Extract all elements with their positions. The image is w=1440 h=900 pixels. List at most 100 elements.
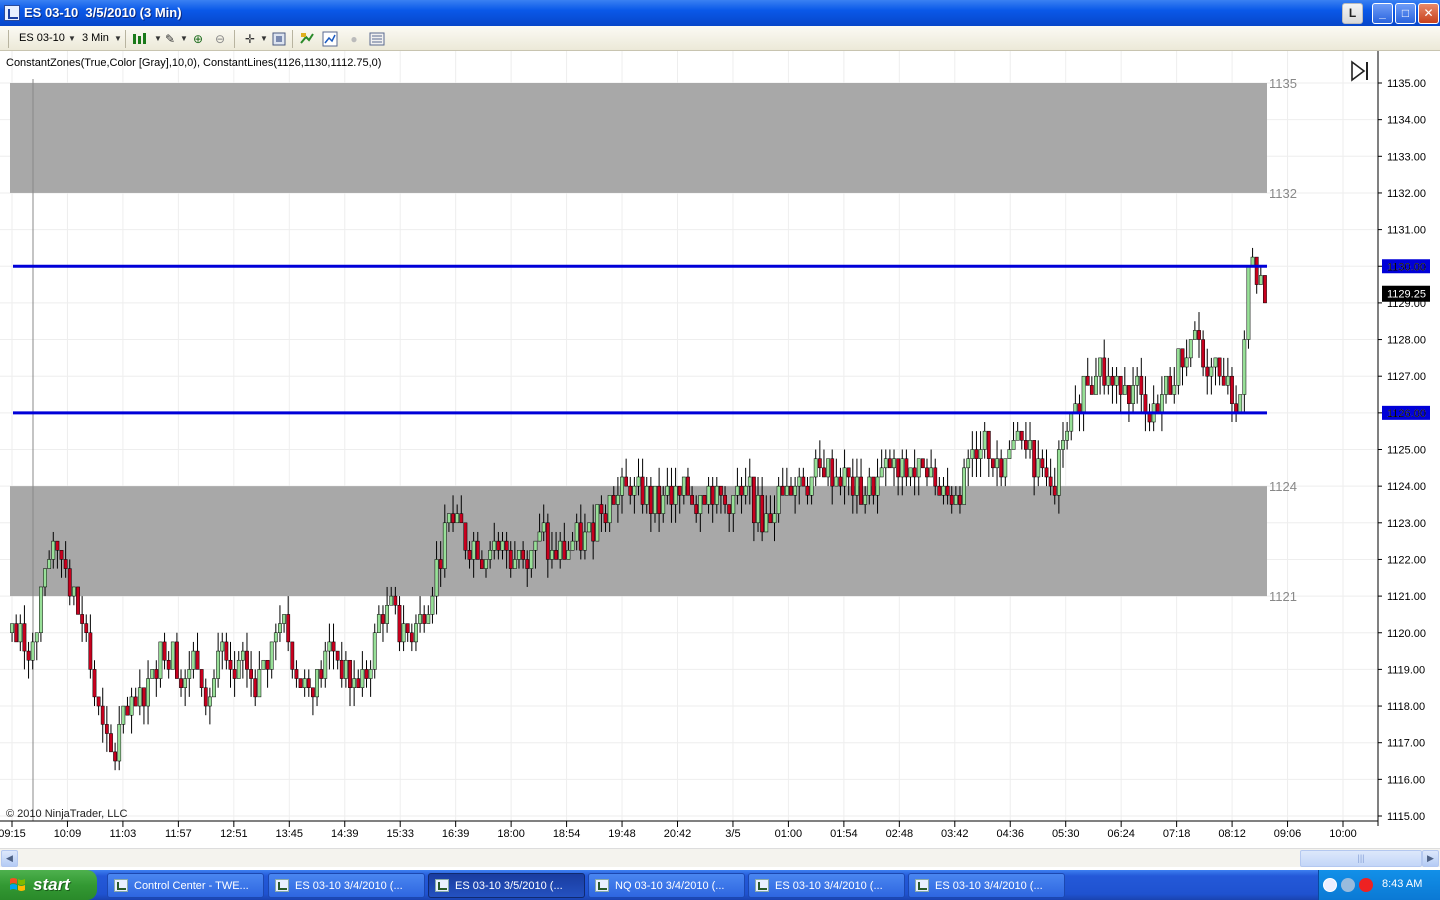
candle-down	[751, 476, 756, 524]
candle-up	[962, 467, 966, 505]
candle-down	[1102, 357, 1107, 386]
close-button[interactable]: ✕	[1418, 3, 1439, 24]
scrollbar-thumb[interactable]: |||	[1300, 850, 1422, 867]
scroll-to-end-icon[interactable]	[1349, 60, 1371, 82]
x-axis-tick-label: 09:06	[1274, 828, 1302, 840]
taskbar-item-chart[interactable]: ES 03-10 3/4/2010 (...	[908, 873, 1065, 898]
maximize-button[interactable]: □	[1395, 3, 1416, 24]
candle-down	[1180, 348, 1185, 368]
candle-down	[545, 522, 550, 560]
candle-up	[1258, 275, 1263, 285]
zoom-in-icon[interactable]: ⊕	[190, 31, 206, 47]
indicator-label: ConstantZones(True,Color [Gray],10,0), C…	[6, 57, 382, 69]
interval-selector[interactable]: 3 Min	[82, 32, 109, 44]
candle-up	[665, 485, 670, 496]
window-title-bar[interactable]: ES 03-10 3/5/2010 (3 Min) L _ □ ✕	[0, 0, 1440, 26]
link-button[interactable]: L	[1342, 3, 1363, 24]
candle-down	[26, 650, 31, 661]
price-chart-canvas[interactable]: 11351132112411211130.001126.001129.25113…	[0, 51, 1440, 848]
x-axis-tick-label: 20:42	[664, 828, 692, 840]
horizontal-scrollbar[interactable]: ◀ ||| ▶	[0, 848, 1440, 867]
candle-up	[681, 476, 686, 496]
candle-up	[352, 678, 357, 688]
candle-up	[731, 495, 736, 514]
candle-down	[451, 513, 455, 524]
strategy-icon[interactable]	[299, 31, 315, 47]
candle-up	[1238, 394, 1243, 414]
toolbar-grip	[8, 30, 9, 48]
tray-expand-icon[interactable]	[1323, 878, 1337, 892]
candle-down	[640, 476, 645, 505]
zone-top-label: 1124	[1269, 479, 1297, 494]
data-box-icon[interactable]	[369, 31, 385, 47]
candle-up	[368, 669, 373, 679]
candle-down	[224, 641, 229, 661]
x-axis-tick-label: 06:24	[1107, 828, 1135, 840]
x-axis-tick-label: 01:54	[830, 828, 858, 840]
candle-down	[306, 678, 311, 688]
candle-up	[455, 513, 460, 524]
candle-up	[282, 614, 286, 624]
candle-up	[10, 623, 14, 634]
taskbar-item-chart[interactable]: NQ 03-10 3/4/2010 (...	[588, 873, 745, 898]
instrument-selector[interactable]: ES 03-10	[19, 32, 65, 44]
candle-down	[55, 540, 60, 551]
candle-up	[261, 659, 266, 670]
system-clock[interactable]: 8:43 AM	[1382, 878, 1422, 890]
candle-down	[822, 467, 826, 478]
candle-up	[1098, 357, 1102, 377]
start-button[interactable]: start	[0, 870, 97, 900]
candle-up	[257, 669, 262, 698]
constant-zone	[10, 83, 1267, 193]
minimize-button[interactable]: _	[1372, 3, 1393, 24]
candle-down	[290, 641, 295, 670]
candle-down	[677, 485, 682, 496]
taskbar-item-control-center[interactable]: Control Center - TWE...	[107, 873, 264, 898]
x-axis-tick-label: 16:39	[442, 828, 470, 840]
candle-down	[253, 678, 258, 698]
globe-icon[interactable]: ●	[346, 31, 362, 47]
candle-down	[1048, 476, 1053, 487]
y-axis-tick-label: 1119.00	[1387, 664, 1425, 676]
candle-up	[929, 467, 934, 478]
candle-up	[414, 623, 418, 643]
bar-chart-type-icon[interactable]	[131, 31, 151, 47]
toolbar-separator	[292, 30, 293, 48]
scroll-left-button[interactable]: ◀	[1, 850, 18, 867]
price-chart[interactable]: 1135 1132 1124 1121 1130.00 1126.00 1129.25 113…	[0, 51, 1440, 848]
security-alert-icon[interactable]	[1359, 878, 1373, 892]
candle-up	[34, 632, 39, 643]
candle-down	[624, 476, 629, 487]
indicator-icon[interactable]	[322, 31, 338, 47]
taskbar-item-chart[interactable]: ES 03-10 3/4/2010 (...	[268, 873, 425, 898]
candle-up	[191, 650, 196, 670]
taskbar-item-chart-active[interactable]: ES 03-10 3/5/2010 (...	[428, 873, 585, 898]
candle-up	[809, 476, 814, 496]
candle-up	[1061, 440, 1065, 450]
candle-down	[162, 641, 167, 661]
candle-down	[925, 467, 929, 478]
candle-up	[583, 531, 587, 551]
candle-up	[1028, 440, 1032, 450]
scroll-right-button[interactable]: ▶	[1422, 850, 1439, 867]
network-icon[interactable]	[1341, 878, 1355, 892]
taskbar-item-chart[interactable]: ES 03-10 3/4/2010 (...	[748, 873, 905, 898]
candle-down	[554, 550, 558, 560]
candle-up	[636, 476, 641, 487]
y-axis-tick-label: 1118.00	[1387, 701, 1425, 713]
x-axis-tick-label: 18:00	[497, 828, 525, 840]
candle-down	[1127, 385, 1131, 404]
instrument-dropdown-arrow-icon[interactable]: ▼	[64, 31, 80, 47]
candle-up	[47, 559, 52, 569]
zoom-out-icon[interactable]: ⊖	[212, 31, 228, 47]
candle-up	[953, 495, 958, 505]
candle-up	[1007, 449, 1012, 459]
interval-dropdown-arrow-icon[interactable]: ▼	[110, 31, 126, 47]
candle-down	[508, 550, 513, 569]
y-axis-tick-label: 1117.00	[1387, 738, 1425, 750]
candle-up	[500, 540, 505, 551]
candle-up	[150, 669, 155, 679]
candle-up	[706, 485, 711, 505]
properties-icon[interactable]	[271, 31, 287, 47]
crosshair-dropdown-icon[interactable]: ▼	[256, 31, 272, 47]
